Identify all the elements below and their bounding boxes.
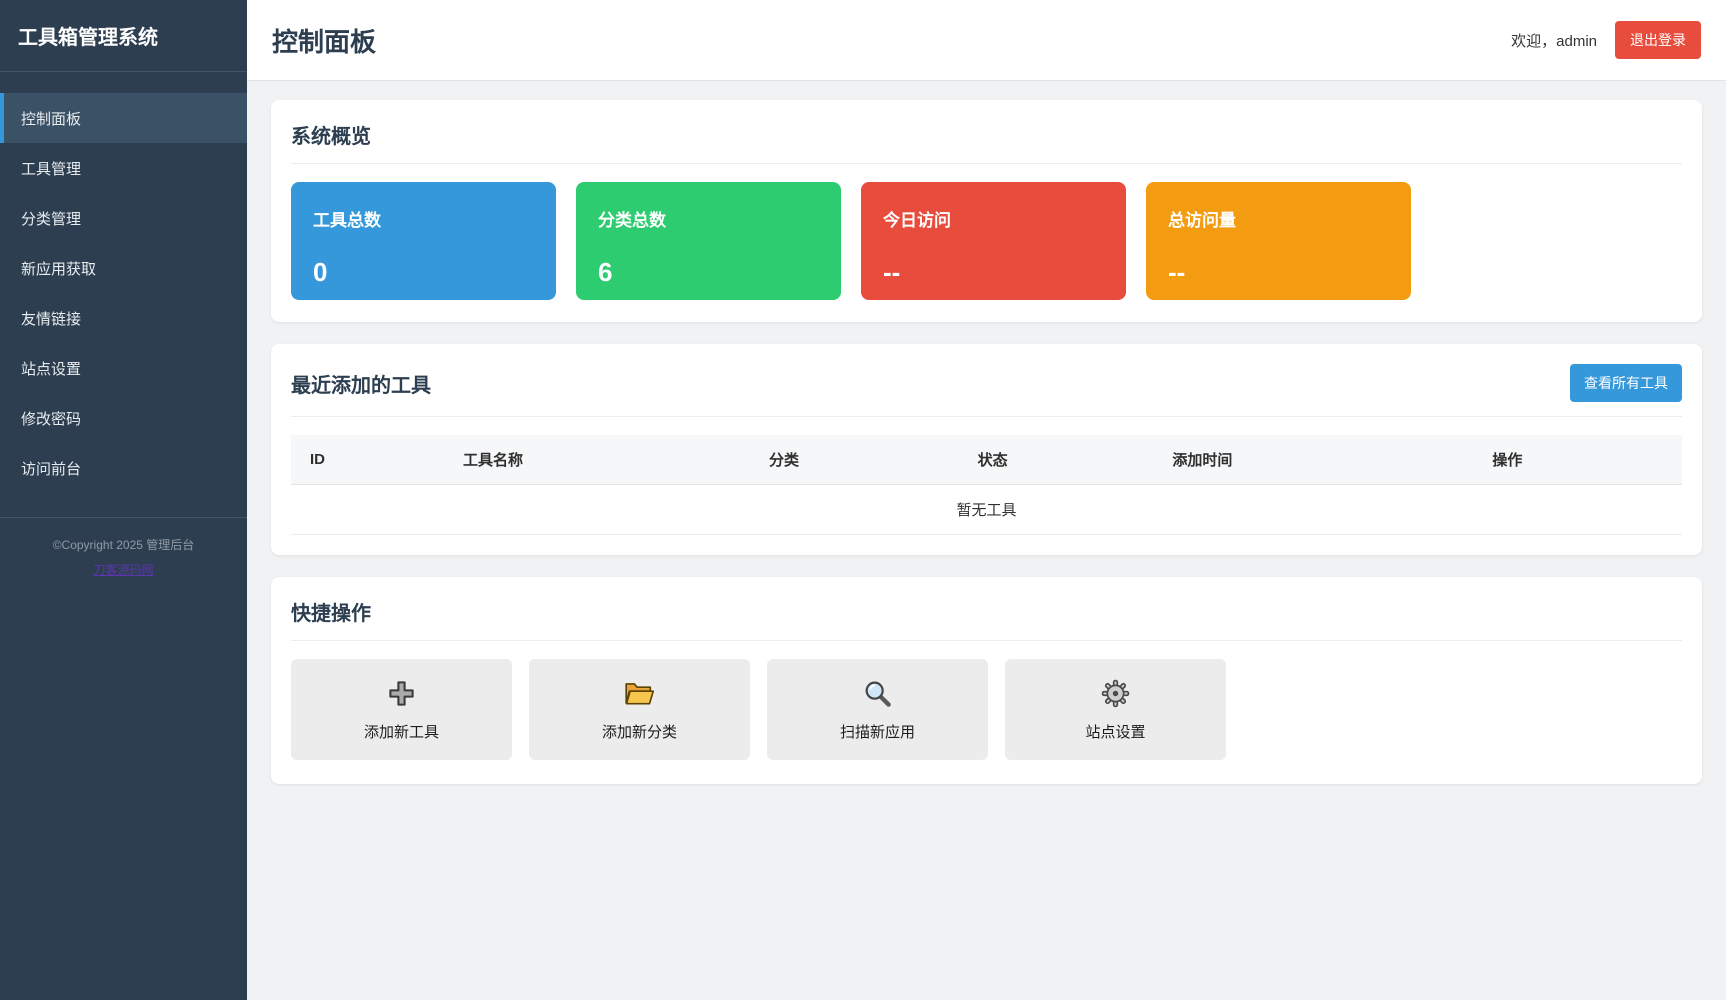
column-header-category: 分类 [750, 435, 959, 485]
stat-value: -- [1168, 257, 1186, 287]
quick-actions-card: 快捷操作 添加新工具 添加新分类 扫描新应用 站点设置 [271, 577, 1702, 784]
actions-row: 添加新工具 添加新分类 扫描新应用 站点设置 [291, 659, 1682, 760]
stat-label: 分类总数 [598, 211, 666, 230]
sidebar-item-dashboard[interactable]: 控制面板 [0, 93, 247, 143]
main-area: 控制面板 欢迎，admin 退出登录 系统概览 工具总数 0 分类总数 6 今日… [247, 0, 1726, 1000]
stat-value: -- [883, 257, 901, 287]
topbar: 控制面板 欢迎，admin 退出登录 [247, 0, 1726, 81]
quick-actions-title: 快捷操作 [291, 603, 371, 625]
add-new-category-button[interactable]: 添加新分类 [529, 659, 750, 760]
stat-label: 今日访问 [883, 211, 951, 230]
stat-card-today-visits: 今日访问 -- [861, 182, 1126, 300]
column-header-status: 状态 [958, 435, 1154, 485]
add-new-tool-button[interactable]: 添加新工具 [291, 659, 512, 760]
topbar-right: 欢迎，admin 退出登录 [1511, 21, 1701, 59]
empty-state-text: 暂无工具 [291, 484, 1682, 535]
table-header-row: ID 工具名称 分类 状态 添加时间 操作 [291, 435, 1682, 485]
sidebar-item-visit-frontend[interactable]: 访问前台 [0, 443, 247, 493]
page-title: 控制面板 [272, 26, 377, 57]
empty-state-row: 暂无工具 [291, 484, 1682, 535]
footer-link[interactable]: 刀客源码网 [93, 561, 153, 578]
sidebar-item-site-settings[interactable]: 站点设置 [0, 343, 247, 393]
stats-row: 工具总数 0 分类总数 6 今日访问 -- 总访问量 -- [291, 182, 1682, 300]
sidebar-footer: ©Copyright 2025 管理后台 刀客源码网 [0, 517, 247, 579]
stat-label: 工具总数 [313, 211, 381, 230]
sidebar-nav: 控制面板 工具管理 分类管理 新应用获取 友情链接 站点设置 修改密码 访问前台 [0, 72, 247, 493]
sidebar-item-tool-management[interactable]: 工具管理 [0, 143, 247, 193]
system-overview-header: 系统概览 [291, 120, 1682, 164]
sidebar-item-category-management[interactable]: 分类管理 [0, 193, 247, 243]
welcome-text: 欢迎，admin [1511, 32, 1597, 50]
gear-icon [1100, 678, 1131, 710]
column-header-tool-name: 工具名称 [444, 435, 751, 485]
view-all-tools-button[interactable]: 查看所有工具 [1570, 364, 1682, 402]
sidebar: 工具箱管理系统 控制面板 工具管理 分类管理 新应用获取 友情链接 站点设置 修… [0, 0, 247, 1000]
stat-value: 6 [598, 257, 613, 287]
stat-card-total-visits: 总访问量 -- [1146, 182, 1411, 300]
site-settings-button[interactable]: 站点设置 [1005, 659, 1226, 760]
system-overview-card: 系统概览 工具总数 0 分类总数 6 今日访问 -- 总访问量 -- [271, 100, 1702, 322]
copyright-text: ©Copyright 2025 管理后台 [52, 538, 195, 552]
search-icon [862, 678, 893, 710]
recent-tools-table: ID 工具名称 分类 状态 添加时间 操作 暂无工具 [291, 435, 1682, 535]
stat-label: 总访问量 [1168, 211, 1236, 230]
quick-actions-header: 快捷操作 [291, 597, 1682, 641]
sidebar-item-friend-links[interactable]: 友情链接 [0, 293, 247, 343]
app-title: 工具箱管理系统 [0, 0, 247, 72]
logout-button[interactable]: 退出登录 [1615, 21, 1701, 59]
sidebar-item-change-password[interactable]: 修改密码 [0, 393, 247, 443]
scan-new-apps-button[interactable]: 扫描新应用 [767, 659, 988, 760]
column-header-id: ID [291, 435, 444, 485]
stat-card-total-tools: 工具总数 0 [291, 182, 556, 300]
system-overview-title: 系统概览 [291, 126, 371, 148]
sidebar-item-new-app-fetch[interactable]: 新应用获取 [0, 243, 247, 293]
column-header-operations: 操作 [1473, 435, 1682, 485]
plus-icon [386, 678, 417, 710]
recent-tools-card: 最近添加的工具 查看所有工具 ID 工具名称 分类 状态 添加时间 操作 暂无工… [271, 344, 1702, 555]
recent-tools-header: 最近添加的工具 查看所有工具 [291, 364, 1682, 417]
content: 系统概览 工具总数 0 分类总数 6 今日访问 -- 总访问量 -- 最近添加的… [247, 81, 1726, 825]
recent-tools-title: 最近添加的工具 [291, 374, 431, 397]
stat-value: 0 [313, 257, 328, 287]
column-header-added-time: 添加时间 [1153, 435, 1474, 485]
stat-card-total-categories: 分类总数 6 [576, 182, 841, 300]
folder-icon [623, 678, 656, 710]
